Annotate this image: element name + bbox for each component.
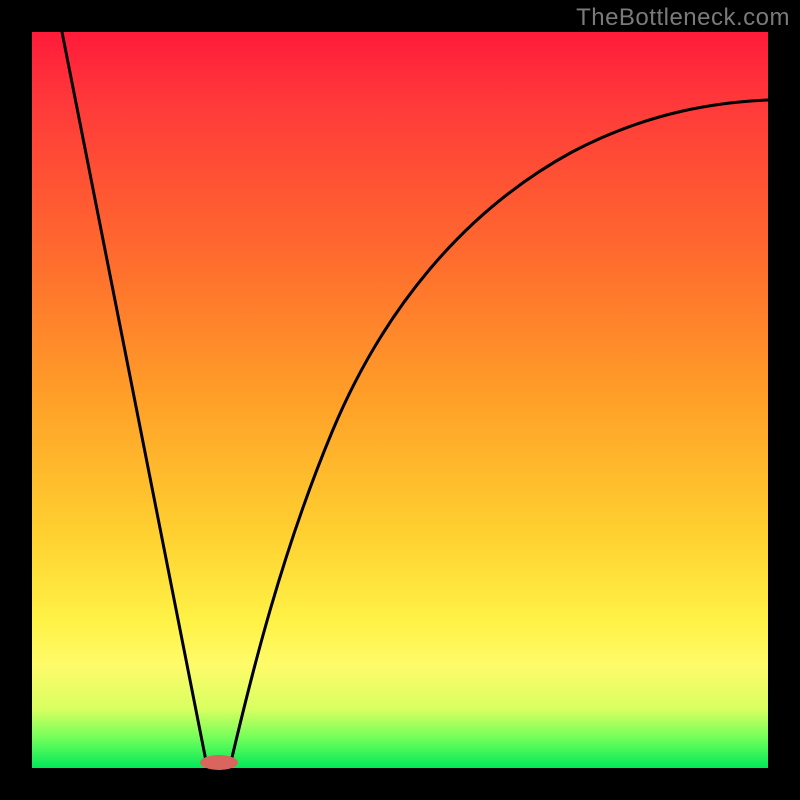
min-marker: [200, 755, 238, 770]
curve-right-branch: [230, 100, 768, 766]
plot-area: [32, 32, 768, 768]
bottleneck-curve: [32, 32, 768, 768]
curve-left-branch: [62, 32, 207, 766]
watermark-text: TheBottleneck.com: [576, 4, 790, 32]
chart-frame: TheBottleneck.com: [0, 0, 800, 800]
